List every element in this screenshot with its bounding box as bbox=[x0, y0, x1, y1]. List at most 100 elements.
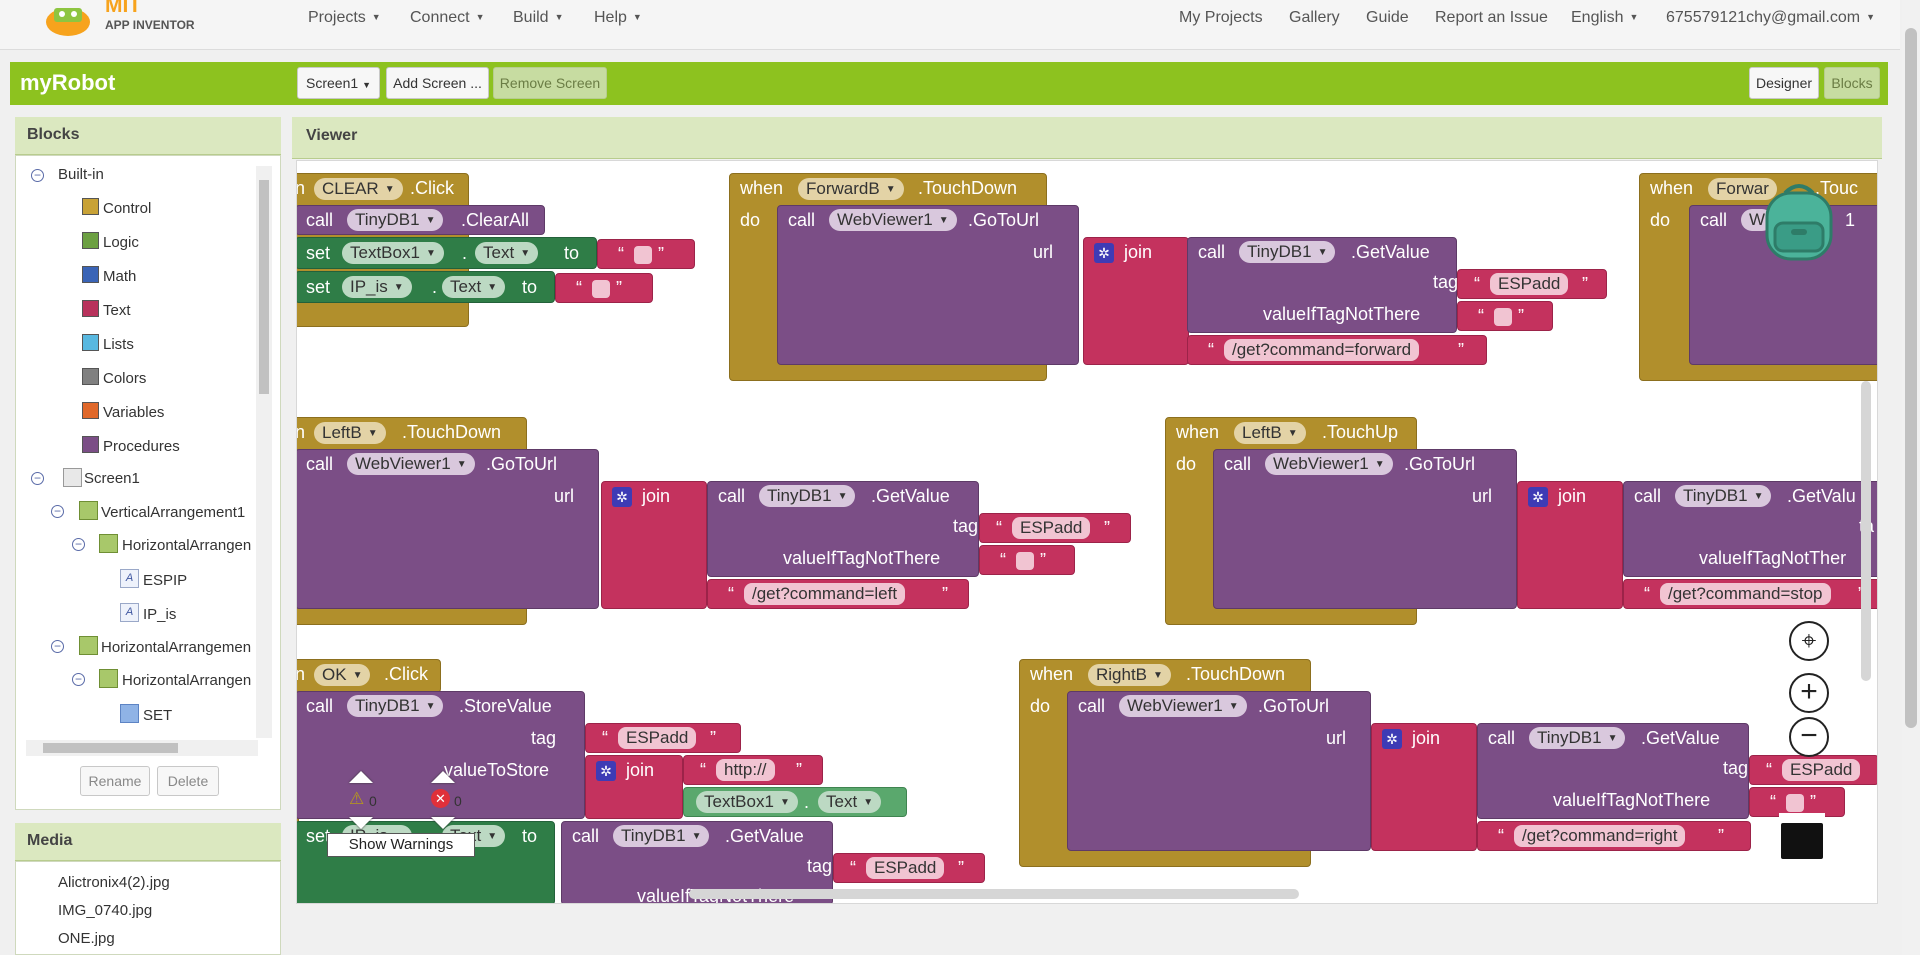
menu-projects[interactable]: Projects ▼ bbox=[308, 9, 381, 27]
media-file[interactable]: ONE.jpg bbox=[58, 930, 115, 947]
text-block-espadd[interactable]: “ESPadd” bbox=[979, 513, 1131, 543]
empty-string[interactable] bbox=[592, 280, 610, 298]
text-empty-block[interactable]: “” bbox=[555, 273, 653, 303]
event-block-ok-click[interactable]: n OK ▼ .Click bbox=[297, 659, 441, 693]
arrow-down-icon[interactable] bbox=[431, 817, 455, 829]
remove-screen-button[interactable]: Remove Screen bbox=[493, 67, 607, 99]
text-empty-block[interactable]: “” bbox=[979, 545, 1075, 575]
scroll-thumb[interactable] bbox=[259, 180, 269, 394]
workspace-horizontal-scrollbar[interactable] bbox=[689, 889, 1299, 899]
text-block-cmd-left[interactable]: “/get?command=left” bbox=[707, 579, 969, 609]
component-dropdown[interactable]: RightB ▼ bbox=[1088, 664, 1171, 686]
backpack-icon[interactable] bbox=[1757, 179, 1841, 265]
component-dropdown[interactable]: TinyDB1 ▼ bbox=[1675, 485, 1772, 507]
zoom-in-icon[interactable]: + bbox=[1789, 673, 1829, 713]
screen-select[interactable]: Screen1 ▼ bbox=[297, 67, 380, 99]
collapse-toggle-icon[interactable]: − bbox=[72, 538, 85, 551]
component-dropdown[interactable]: WebViewer1 ▼ bbox=[1119, 695, 1247, 717]
call-block-clearall[interactable]: call TinyDB1 ▼ .ClearAll bbox=[297, 205, 545, 235]
component-dropdown[interactable]: ForwardB ▼ bbox=[798, 178, 904, 200]
menu-connect[interactable]: Connect ▼ bbox=[410, 9, 485, 27]
string-value[interactable]: ESPadd bbox=[1490, 273, 1569, 295]
gear-icon[interactable]: ✲ bbox=[1094, 243, 1114, 263]
drawer-lists[interactable]: Lists bbox=[103, 336, 134, 353]
link-gallery[interactable]: Gallery bbox=[1289, 9, 1340, 27]
arrow-up-icon[interactable] bbox=[431, 771, 455, 783]
collapse-toggle-icon[interactable]: − bbox=[51, 505, 64, 518]
call-block-getvalue[interactable]: call TinyDB1▼ .GetValu ta valueIfTagNotT… bbox=[1623, 481, 1877, 577]
page-scroll-thumb[interactable] bbox=[1905, 28, 1917, 728]
empty-string[interactable] bbox=[634, 246, 652, 264]
component-dropdown[interactable]: LeftB ▼ bbox=[1234, 422, 1306, 444]
call-block-gotourl[interactable]: call WebViewer1 ▼ .GoToUrl url bbox=[297, 449, 599, 609]
tree-vertical-scrollbar[interactable] bbox=[256, 166, 272, 738]
menu-build[interactable]: Build ▼ bbox=[513, 9, 564, 27]
media-file[interactable]: IMG_0740.jpg bbox=[58, 902, 152, 919]
drawer-variables[interactable]: Variables bbox=[103, 404, 164, 421]
set-block-textbox1[interactable]: set TextBox1 ▼ . Text ▼ to bbox=[297, 237, 597, 269]
join-block[interactable]: ✲ join bbox=[585, 755, 683, 819]
component-dropdown[interactable]: LeftB ▼ bbox=[314, 422, 386, 444]
component-dropdown[interactable]: WebViewer1 ▼ bbox=[347, 453, 475, 475]
collapse-toggle-icon[interactable]: − bbox=[51, 640, 64, 653]
text-block-cmd-forward[interactable]: “/get?command=forward” bbox=[1187, 335, 1487, 365]
menu-language[interactable]: English ▼ bbox=[1571, 9, 1638, 27]
property-dropdown[interactable]: Text ▼ bbox=[442, 276, 506, 298]
string-value[interactable]: ESPadd bbox=[866, 857, 945, 879]
getter-block-textbox1-text[interactable]: TextBox1 ▼ . Text ▼ bbox=[683, 787, 907, 817]
scroll-thumb[interactable] bbox=[43, 743, 178, 753]
menu-account[interactable]: 675579121chy@gmail.com ▼ bbox=[1666, 9, 1875, 27]
component-dropdown[interactable]: TinyDB1 ▼ bbox=[1239, 241, 1336, 263]
component-dropdown[interactable]: TinyDB1 ▼ bbox=[759, 485, 856, 507]
blocks-workspace[interactable]: n CLEAR ▼ .Click call TinyDB1 ▼ .ClearAll … bbox=[296, 160, 1878, 904]
tree-espip[interactable]: ESPIP bbox=[143, 572, 187, 589]
app-inventor-logo[interactable]: MIT APP INVENTOR bbox=[40, 0, 210, 42]
component-dropdown[interactable]: TinyDB1 ▼ bbox=[1529, 727, 1626, 749]
link-guide[interactable]: Guide bbox=[1366, 9, 1409, 27]
component-dropdown[interactable]: CLEAR ▼ bbox=[314, 178, 403, 200]
text-block-cmd-stop[interactable]: “/get?command=stop” bbox=[1623, 579, 1877, 609]
tree-set[interactable]: SET bbox=[143, 707, 172, 724]
string-value[interactable]: ESPadd bbox=[618, 727, 697, 749]
text-block-espadd[interactable]: “ESPadd” bbox=[833, 853, 985, 883]
tree-builtin[interactable]: Built-in bbox=[58, 166, 104, 183]
tree-screen1[interactable]: Screen1 bbox=[84, 470, 140, 487]
text-empty-block[interactable]: “” bbox=[1457, 301, 1553, 331]
collapse-toggle-icon[interactable]: − bbox=[31, 169, 44, 182]
link-my-projects[interactable]: My Projects bbox=[1179, 9, 1263, 27]
text-empty-block[interactable]: “” bbox=[597, 239, 695, 269]
call-block-gotourl[interactable]: call WebViewer1 ▼ .GoToUrl url bbox=[777, 205, 1079, 365]
text-block-http[interactable]: “http://” bbox=[683, 755, 823, 785]
add-screen-button[interactable]: Add Screen ... bbox=[386, 67, 489, 99]
trash-icon[interactable] bbox=[1779, 813, 1825, 859]
tree-horizontalarrangement[interactable]: HorizontalArrangen bbox=[122, 537, 251, 554]
gear-icon[interactable]: ✲ bbox=[1528, 487, 1548, 507]
blocks-button[interactable]: Blocks bbox=[1824, 67, 1880, 99]
text-block-espadd[interactable]: “ESPadd” bbox=[1457, 269, 1607, 299]
arrow-down-icon[interactable] bbox=[349, 817, 373, 829]
rename-button[interactable]: Rename bbox=[80, 766, 150, 796]
empty-string[interactable] bbox=[1016, 552, 1034, 570]
set-block-ip-is[interactable]: set IP_is ▼ . Text ▼ to bbox=[297, 271, 555, 303]
string-value[interactable]: /get?command=left bbox=[744, 583, 906, 605]
call-block-getvalue[interactable]: call TinyDB1 ▼ .GetValue tag valueIfTagNo… bbox=[1187, 237, 1458, 333]
call-block-getvalue[interactable]: call TinyDB1 ▼ .GetValue tag valueIfTagNo… bbox=[1477, 723, 1749, 819]
link-report-issue[interactable]: Report an Issue bbox=[1435, 9, 1548, 27]
component-dropdown[interactable]: TextBox1 ▼ bbox=[342, 242, 444, 264]
tree-horizontal-scrollbar[interactable] bbox=[26, 740, 258, 756]
join-block[interactable]: ✲ join bbox=[601, 481, 707, 609]
call-block-getvalue[interactable]: call TinyDB1 ▼ .GetValue tag valueIfTagNo… bbox=[707, 481, 979, 577]
component-dropdown[interactable]: TinyDB1 ▼ bbox=[613, 825, 710, 847]
text-block-cmd-right[interactable]: “/get?command=right” bbox=[1477, 821, 1751, 851]
component-dropdown[interactable]: IP_is ▼ bbox=[342, 276, 412, 298]
designer-button[interactable]: Designer bbox=[1749, 67, 1819, 99]
string-value[interactable]: /get?command=forward bbox=[1224, 339, 1420, 361]
menu-help[interactable]: Help ▼ bbox=[594, 9, 642, 27]
text-block-espadd[interactable]: “ESPadd bbox=[1749, 755, 1877, 785]
drawer-math[interactable]: Math bbox=[103, 268, 136, 285]
component-dropdown[interactable]: OK ▼ bbox=[314, 664, 371, 686]
recenter-icon[interactable]: ⌖ bbox=[1789, 621, 1829, 661]
drawer-procedures[interactable]: Procedures bbox=[103, 438, 180, 455]
component-dropdown[interactable]: TinyDB1 ▼ bbox=[347, 209, 444, 231]
call-block-gotourl[interactable]: call WebViewer1 ▼ .GoToUrl url bbox=[1067, 691, 1371, 851]
